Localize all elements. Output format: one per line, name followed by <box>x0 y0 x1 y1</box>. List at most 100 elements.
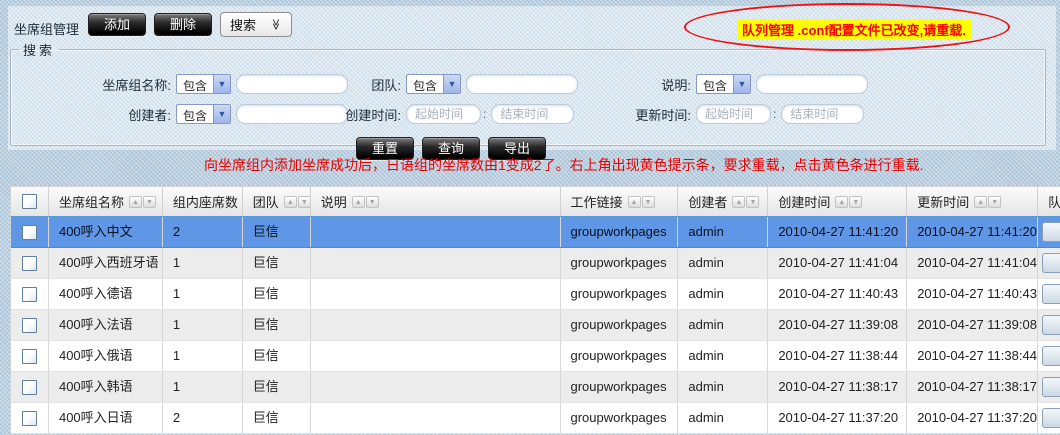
column-header-update_time[interactable]: 更新时间▲▼ <box>907 187 1038 216</box>
table-row[interactable]: 400呼入韩语1巨信groupworkpagesadmin2010-04-27 … <box>11 372 1060 403</box>
sort-asc-icon[interactable]: ▲ <box>129 196 142 208</box>
table-row[interactable]: 400呼入俄语1巨信groupworkpagesadmin2010-04-27 … <box>11 341 1060 372</box>
table-row[interactable]: 400呼入法语1巨信groupworkpagesadmin2010-04-27 … <box>11 310 1060 341</box>
cell-creator: admin <box>678 372 768 402</box>
row-checkbox[interactable] <box>22 256 37 271</box>
row-action-button[interactable] <box>1042 253 1060 273</box>
column-header-description[interactable]: 说明▲▼ <box>311 187 561 216</box>
update-time-end-input[interactable] <box>781 104 864 124</box>
sort-buttons[interactable]: ▲▼ <box>352 196 379 208</box>
column-label: 创建时间 <box>778 192 830 211</box>
row-checkbox[interactable] <box>22 287 37 302</box>
cell-agent_count: 1 <box>163 248 243 278</box>
group-name-operator-select[interactable]: 包含 ▼ <box>176 74 231 94</box>
cell-work_link: groupworkpages <box>561 341 679 371</box>
cell-update_time: 2010-04-27 11:38:44 <box>907 341 1038 371</box>
column-header-creator[interactable]: 创建者▲▼ <box>678 187 768 216</box>
cell-creator: admin <box>678 217 768 247</box>
row-checkbox[interactable] <box>22 380 37 395</box>
sort-asc-icon[interactable]: ▲ <box>974 196 987 208</box>
sort-desc-icon[interactable]: ▼ <box>849 196 862 208</box>
cell-agent_count: 1 <box>163 279 243 309</box>
table-body: 400呼入中文2巨信groupworkpagesadmin2010-04-27 … <box>11 217 1060 434</box>
table-row[interactable]: 400呼入日语2巨信groupworkpagesadmin2010-04-27 … <box>11 403 1060 434</box>
add-button[interactable]: 添加 <box>88 13 146 36</box>
description-input[interactable] <box>756 74 868 94</box>
sort-buttons[interactable]: ▲▼ <box>284 196 311 208</box>
sort-asc-icon[interactable]: ▲ <box>628 196 641 208</box>
sort-desc-icon[interactable]: ▼ <box>642 196 655 208</box>
sort-asc-icon[interactable]: ▲ <box>835 196 848 208</box>
sort-desc-icon[interactable]: ▼ <box>143 196 156 208</box>
description-operator-select[interactable]: 包含 ▼ <box>696 74 751 94</box>
sort-asc-icon[interactable]: ▲ <box>732 196 745 208</box>
cell-creator: admin <box>678 279 768 309</box>
column-header-create_time[interactable]: 创建时间 ▲▼ <box>768 187 907 216</box>
chevron-down-icon: ▼ <box>443 75 460 93</box>
cell-agent_count: 1 <box>163 341 243 371</box>
cell-update_time: 2010-04-27 11:40:43 <box>907 279 1038 309</box>
row-checkbox[interactable] <box>22 225 37 240</box>
sort-buttons[interactable]: ▲▼ <box>628 196 655 208</box>
column-header-checkbox <box>11 187 49 216</box>
sort-buttons[interactable]: ▲▼ <box>732 196 759 208</box>
chevron-down-icon: ▼ <box>213 75 230 93</box>
search-field-description: 说明: 包含 ▼ <box>591 73 868 95</box>
delete-button[interactable]: 删除 <box>154 13 212 36</box>
select-all-checkbox[interactable] <box>22 194 37 209</box>
column-label: 坐席组名称 <box>59 192 124 211</box>
sort-asc-icon[interactable]: ▲ <box>352 196 365 208</box>
search-toggle-button[interactable]: 搜索 ≫ <box>220 12 292 37</box>
cell-description <box>311 372 561 402</box>
row-action-button[interactable] <box>1042 222 1060 242</box>
sort-desc-icon[interactable]: ▼ <box>298 196 311 208</box>
sort-buttons[interactable]: ▲▼ <box>974 196 1001 208</box>
cell-team: 巨信 <box>243 372 311 402</box>
row-action-button[interactable] <box>1042 377 1060 397</box>
sort-buttons[interactable]: ▲▼ <box>835 196 862 208</box>
create-time-start-input[interactable] <box>406 104 481 124</box>
chevron-down-icon: ▼ <box>213 105 230 123</box>
sort-buttons[interactable]: ▲▼ <box>129 196 156 208</box>
cell-group_name: 400呼入俄语 <box>49 341 163 371</box>
column-header-team[interactable]: 团队▲▼ <box>243 187 311 216</box>
update-time-start-input[interactable] <box>696 104 771 124</box>
row-action-button[interactable] <box>1042 315 1060 335</box>
sort-asc-icon[interactable]: ▲ <box>284 196 297 208</box>
column-header-group_name[interactable]: 坐席组名称 ▲▼ <box>49 187 163 216</box>
sort-desc-icon[interactable]: ▼ <box>988 196 1001 208</box>
table-row[interactable]: 400呼入德语1巨信groupworkpagesadmin2010-04-27 … <box>11 279 1060 310</box>
sort-desc-icon[interactable]: ▼ <box>366 196 379 208</box>
sort-desc-icon[interactable]: ▼ <box>746 196 759 208</box>
column-header-work_link[interactable]: 工作链接▲▼ <box>561 187 679 216</box>
row-action-button[interactable] <box>1042 284 1060 304</box>
table-row[interactable]: 400呼入中文2巨信groupworkpagesadmin2010-04-27 … <box>11 217 1060 248</box>
row-checkbox[interactable] <box>22 318 37 333</box>
cell-update_time: 2010-04-27 11:37:20 <box>907 403 1038 433</box>
cell-group_name: 400呼入法语 <box>49 310 163 340</box>
create-time-end-input[interactable] <box>491 104 574 124</box>
cell-work_link: groupworkpages <box>561 403 679 433</box>
create-time-label: 创建时间: <box>311 105 401 124</box>
team-input[interactable] <box>466 74 578 94</box>
cell-description <box>311 279 561 309</box>
team-operator-select[interactable]: 包含 ▼ <box>406 74 461 94</box>
row-action-button[interactable] <box>1042 408 1060 428</box>
creator-operator-select[interactable]: 包含 ▼ <box>176 104 231 124</box>
cell-description <box>311 403 561 433</box>
row-checkbox[interactable] <box>22 349 37 364</box>
table-row[interactable]: 400呼入西班牙语1巨信groupworkpagesadmin2010-04-2… <box>11 248 1060 279</box>
cell-agent_count: 2 <box>163 217 243 247</box>
cell-work_link: groupworkpages <box>561 279 679 309</box>
row-action-button[interactable] <box>1042 346 1060 366</box>
cell-creator: admin <box>678 310 768 340</box>
row-checkbox-cell <box>11 372 49 402</box>
notification-banner[interactable]: 队列管理 .conf配置文件已改变,请重载. <box>737 19 971 40</box>
operator-value: 包含 <box>697 75 733 93</box>
row-checkbox[interactable] <box>22 411 37 426</box>
double-chevron-down-icon: ≫ <box>269 19 282 31</box>
results-table: 坐席组名称▲▼组内座席数团队▲▼说明▲▼工作链接▲▼创建者▲▼创建时间▲▼更新时… <box>10 186 1060 434</box>
row-checkbox-cell <box>11 310 49 340</box>
time-separator: : <box>483 107 486 121</box>
search-field-team: 团队: 包含 ▼ <box>311 73 578 95</box>
